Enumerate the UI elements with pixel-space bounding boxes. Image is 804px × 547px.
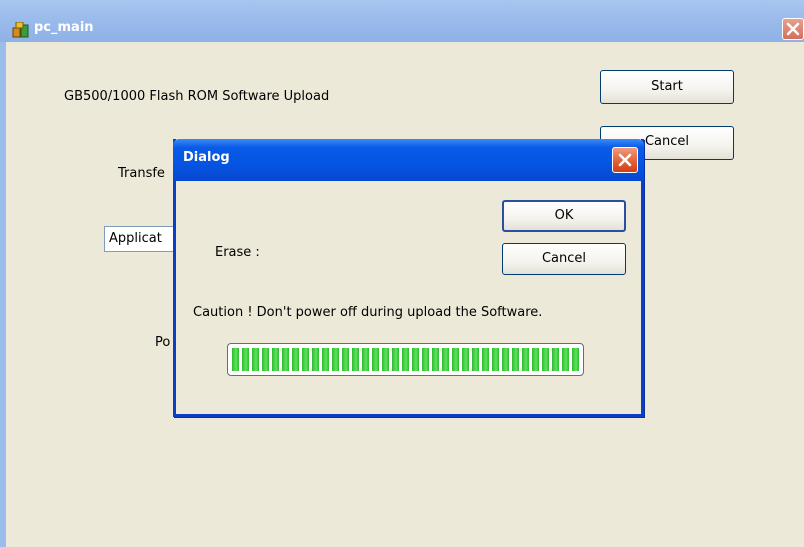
main-window-titlebar[interactable] (0, 0, 804, 42)
erase-label: Erase : (215, 245, 260, 260)
main-close-button[interactable] (782, 18, 804, 40)
close-icon (786, 22, 800, 36)
dialog-titlebar[interactable] (173, 139, 644, 181)
port-label: Po (155, 335, 171, 350)
caution-message: Caution ! Don't power off during upload … (193, 305, 543, 320)
dialog-title: Dialog (183, 150, 230, 165)
ok-button[interactable]: OK (502, 200, 626, 232)
progress-bar (227, 343, 584, 376)
application-field[interactable]: Applicat (104, 226, 184, 252)
dialog-close-button[interactable] (612, 147, 638, 173)
main-window-title: pc_main (34, 20, 94, 35)
progress-track (232, 348, 579, 371)
progress-fill (232, 348, 579, 371)
start-button[interactable]: Start (600, 70, 734, 104)
page-heading: GB500/1000 Flash ROM Software Upload (64, 89, 330, 104)
transfer-label: Transfe (118, 166, 165, 181)
app-icon (12, 21, 30, 38)
close-icon (618, 153, 632, 167)
dialog-cancel-button[interactable]: Cancel (502, 243, 626, 275)
